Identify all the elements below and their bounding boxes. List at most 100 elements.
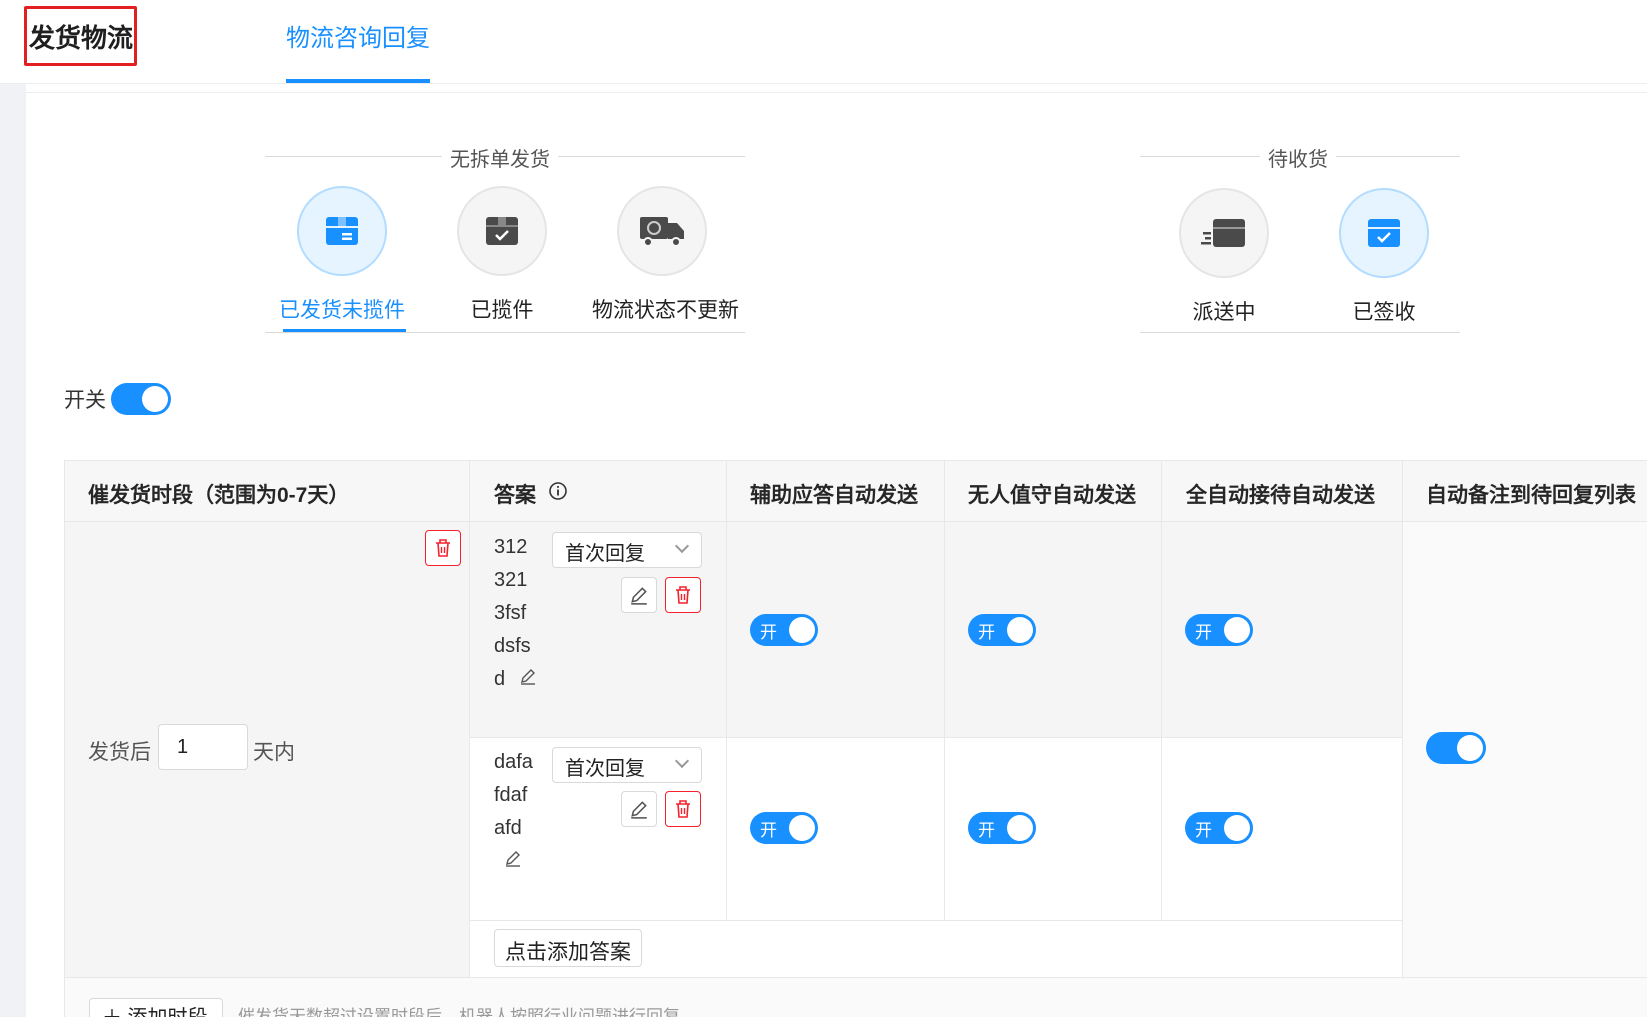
edit-icon[interactable] [494, 845, 533, 878]
edit-icon [631, 587, 647, 605]
stage-label: 已发货未揽件 [279, 299, 405, 322]
box-check-icon [457, 186, 547, 276]
hint-text: 催发货天数超过设置时段后，机器人按照行业问题进行回复 [238, 1007, 680, 1017]
divider [26, 92, 1647, 93]
full-auto-send-toggle[interactable]: 开 [1185, 812, 1253, 844]
answer-line: 321 [494, 569, 528, 591]
answer-line: dafa [494, 751, 533, 773]
stage-signed[interactable]: 已签收 [1314, 188, 1454, 326]
divider [726, 460, 727, 920]
edit-icon [631, 801, 647, 819]
switch-knob [1457, 735, 1483, 761]
add-answer-button[interactable]: 点击添加答案 [494, 929, 642, 967]
chevron-down-icon [674, 538, 690, 554]
column-header-assist: 辅助应答自动发送 [750, 484, 918, 507]
toggle-label: 开 [1195, 821, 1212, 840]
full-auto-send-toggle[interactable]: 开 [1185, 614, 1253, 646]
stage-shipped-not-collected[interactable]: 已发货未揽件 [272, 186, 412, 324]
period-suffix: 天内 [253, 741, 295, 764]
assist-auto-send-toggle[interactable]: 开 [750, 812, 818, 844]
delete-answer-button[interactable] [665, 577, 701, 613]
reply-type-value: 首次回复 [565, 758, 645, 780]
answer-line-text: d [494, 668, 506, 690]
divider [1161, 460, 1162, 920]
column-header-unattended: 无人值守自动发送 [968, 484, 1136, 507]
truck-icon [617, 186, 707, 276]
reply-type-select[interactable]: 首次回复 [552, 747, 702, 783]
stage-label: 已揽件 [470, 299, 534, 322]
switch-knob [789, 617, 815, 643]
group-title-pending-receipt: 待收货 [1260, 143, 1336, 172]
tab-logistics-reply[interactable]: 物流咨询回复 [286, 18, 430, 84]
box-icon [297, 186, 387, 276]
reply-type-value: 首次回复 [565, 543, 645, 565]
divider [1140, 332, 1460, 333]
divider [469, 460, 470, 977]
divider [265, 332, 745, 333]
days-input[interactable]: 1 [158, 724, 248, 770]
trash-icon [676, 586, 690, 604]
divider [64, 460, 65, 1017]
stage-label: 物流状态不更新 [592, 299, 739, 322]
unattended-auto-send-toggle[interactable]: 开 [968, 812, 1036, 844]
stage-delivering[interactable]: 派送中 [1154, 188, 1294, 326]
edit-icon[interactable] [519, 663, 537, 696]
column-header-auto-note: 自动备注到待回复列表 [1426, 484, 1636, 507]
auto-note-toggle[interactable] [1426, 732, 1486, 764]
answer-line: afd [494, 817, 522, 839]
switch-knob [1224, 815, 1250, 841]
answer-line: dsfs [494, 635, 531, 657]
column-header-answer-label: 答案 [494, 484, 536, 507]
column-header-period: 催发货时段（范围为0-7天） [88, 484, 350, 507]
signed-icon [1339, 188, 1429, 278]
delete-answer-button[interactable] [665, 791, 701, 827]
add-period-button[interactable]: ＋ 添加时段 [89, 998, 223, 1017]
toggle-label: 开 [1195, 623, 1212, 642]
top-bar: 发货物流 物流咨询回复 [0, 0, 1647, 84]
column-header-answer: 答案 [494, 479, 568, 509]
toggle-label: 开 [760, 623, 777, 642]
chevron-down-icon [674, 753, 690, 769]
stage-active-indicator [283, 329, 406, 332]
divider [470, 737, 1402, 738]
reply-type-select[interactable]: 首次回复 [552, 532, 702, 568]
switch-knob [1007, 815, 1033, 841]
edit-answer-button[interactable] [621, 577, 657, 613]
stage-status-not-updated[interactable]: 物流状态不更新 [592, 186, 739, 324]
trash-icon [676, 800, 690, 818]
toggle-label: 开 [978, 623, 995, 642]
answer-text: 312 321 3fsf dsfs d [494, 531, 537, 696]
divider [1402, 460, 1403, 977]
answer-line: fdaf [494, 784, 528, 806]
left-strip [0, 84, 26, 1017]
switch-knob [142, 386, 168, 412]
answer-text: dafa fdaf afd [494, 746, 533, 878]
page-title: 发货物流 [24, 6, 137, 66]
toggle-label: 开 [760, 821, 777, 840]
toggle-label: 开 [978, 821, 995, 840]
divider [470, 920, 1402, 921]
group-title-no-split: 无拆单发货 [442, 143, 558, 172]
assist-auto-send-toggle[interactable]: 开 [750, 614, 818, 646]
trash-icon [436, 539, 450, 557]
period-prefix: 发货后 [88, 741, 151, 764]
switch-knob [1224, 617, 1250, 643]
switch-knob [1007, 617, 1033, 643]
switch-label: 开关 [64, 389, 106, 412]
stage-label: 已签收 [1352, 301, 1416, 324]
table-header: 催发货时段（范围为0-7天） 答案 辅助应答自动发送 无人值守自动发送 全自动接… [64, 460, 1647, 522]
stage-label: 派送中 [1192, 301, 1256, 324]
stage-collected[interactable]: 已揽件 [432, 186, 572, 324]
info-icon[interactable] [548, 481, 568, 507]
tab-active-indicator [286, 79, 430, 83]
unattended-auto-send-toggle[interactable]: 开 [968, 614, 1036, 646]
delivering-icon [1179, 188, 1269, 278]
column-header-full-auto: 全自动接待自动发送 [1186, 484, 1375, 507]
divider [944, 460, 945, 920]
edit-answer-button[interactable] [621, 791, 657, 827]
master-switch[interactable] [111, 383, 171, 415]
switch-knob [789, 815, 815, 841]
answer-line: d [494, 663, 537, 696]
answer-line: 312 [494, 536, 528, 558]
delete-period-button[interactable] [425, 530, 461, 566]
